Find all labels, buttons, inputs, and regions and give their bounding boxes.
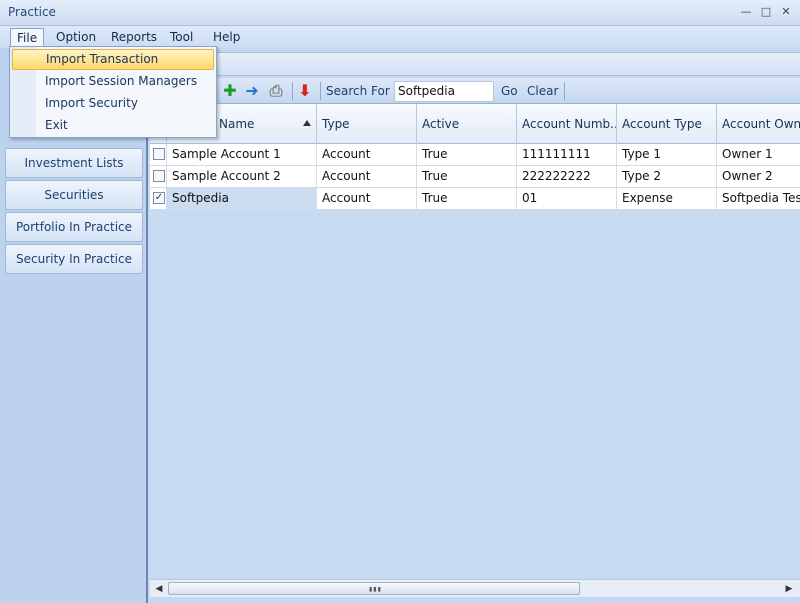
menu-reports[interactable]: Reports <box>105 28 163 46</box>
nav-portfolio-in-practice[interactable]: Portfolio In Practice <box>5 212 143 242</box>
column-account-type[interactable]: Account Type <box>617 104 717 144</box>
table-row[interactable]: ✓ Softpedia Account True 01 Expense Soft… <box>150 188 800 210</box>
cell-account-owner[interactable]: Owner 2 <box>717 166 800 187</box>
column-name-label: Name <box>219 117 255 131</box>
maximize-icon[interactable]: □ <box>758 5 774 19</box>
nav-security-in-practice[interactable]: Security In Practice <box>5 244 143 274</box>
accounts-grid: Name Type Active Account Numb... Account… <box>150 104 800 579</box>
toolbar-separator <box>564 82 565 100</box>
cell-account-type[interactable]: Expense <box>617 188 717 209</box>
forward-arrow-icon[interactable]: ➜ <box>242 81 262 101</box>
toolbar: ✚ ➜ ⎙ ⬇ Search For Softpedia Go Clear <box>150 78 800 104</box>
add-icon[interactable]: ✚ <box>220 81 240 101</box>
checkbox-icon[interactable] <box>153 170 165 182</box>
menu-item-import-transaction[interactable]: Import Transaction <box>12 49 214 70</box>
menu-tool[interactable]: Tool <box>164 28 199 46</box>
close-icon[interactable]: ✕ <box>778 5 794 19</box>
sort-ascending-icon <box>303 120 311 126</box>
checkbox-icon[interactable] <box>153 148 165 160</box>
clear-button[interactable]: Clear <box>527 84 558 98</box>
main-panel: ✚ ➜ ⎙ ⬇ Search For Softpedia Go Clear Na… <box>150 48 800 603</box>
table-row[interactable]: Sample Account 1 Account True 111111111 … <box>150 144 800 166</box>
scroll-right-icon[interactable]: ▶ <box>782 582 796 596</box>
window-title: Practice <box>8 5 56 19</box>
menu-item-import-security[interactable]: Import Security <box>12 93 214 114</box>
cell-type[interactable]: Account <box>317 188 417 209</box>
cell-account-number[interactable]: 111111111 <box>517 144 617 165</box>
row-checkbox-cell <box>150 166 167 187</box>
nav-securities[interactable]: Securities <box>5 180 143 210</box>
cell-account-owner[interactable]: Softpedia Test <box>717 188 800 209</box>
cell-account-type[interactable]: Type 1 <box>617 144 717 165</box>
cell-account-number[interactable]: 222222222 <box>517 166 617 187</box>
column-account-number[interactable]: Account Numb... <box>517 104 617 144</box>
scrollbar-thumb[interactable]: ▮▮▮ <box>168 582 580 595</box>
cell-account-type[interactable]: Type 2 <box>617 166 717 187</box>
header-strip <box>150 52 800 76</box>
search-label: Search For <box>326 84 390 98</box>
toolbar-separator <box>292 82 293 100</box>
row-checkbox-cell: ✓ <box>150 188 167 209</box>
horizontal-scrollbar[interactable]: ◀ ▮▮▮ ▶ <box>150 579 800 597</box>
scroll-left-icon[interactable]: ◀ <box>152 582 166 596</box>
cell-type[interactable]: Account <box>317 144 417 165</box>
toolbar-separator <box>320 82 321 100</box>
nav-investment-lists[interactable]: Investment Lists <box>5 148 143 178</box>
cell-name[interactable]: Softpedia <box>167 188 317 209</box>
menu-item-exit[interactable]: Exit <box>12 115 214 136</box>
cell-active[interactable]: True <box>417 188 517 209</box>
menu-item-import-session-managers[interactable]: Import Session Managers <box>12 71 214 92</box>
search-input[interactable]: Softpedia <box>394 81 494 102</box>
menu-option[interactable]: Option <box>50 28 102 46</box>
cell-active[interactable]: True <box>417 166 517 187</box>
title-bar: Practice — □ ✕ <box>0 0 800 26</box>
print-icon[interactable]: ⎙ <box>266 81 286 101</box>
grid-header: Name Type Active Account Numb... Account… <box>150 104 800 144</box>
menu-help[interactable]: Help <box>207 28 246 46</box>
column-type[interactable]: Type <box>317 104 417 144</box>
cell-account-number[interactable]: 01 <box>517 188 617 209</box>
row-checkbox-cell <box>150 144 167 165</box>
menu-bar: File Option Reports Tool Help <box>0 26 800 48</box>
file-dropdown-menu: Import Transaction Import Session Manage… <box>9 46 217 138</box>
column-account-owner[interactable]: Account Owne <box>717 104 800 144</box>
minimize-icon[interactable]: — <box>738 5 754 19</box>
delete-arrow-icon[interactable]: ⬇ <box>295 81 315 101</box>
go-button[interactable]: Go <box>501 84 518 98</box>
checkbox-icon[interactable]: ✓ <box>153 192 165 204</box>
menu-file[interactable]: File <box>10 28 45 46</box>
cell-name[interactable]: Sample Account 2 <box>167 166 317 187</box>
cell-account-owner[interactable]: Owner 1 <box>717 144 800 165</box>
cell-name[interactable]: Sample Account 1 <box>167 144 317 165</box>
cell-type[interactable]: Account <box>317 166 417 187</box>
cell-active[interactable]: True <box>417 144 517 165</box>
column-active[interactable]: Active <box>417 104 517 144</box>
table-row[interactable]: Sample Account 2 Account True 222222222 … <box>150 166 800 188</box>
